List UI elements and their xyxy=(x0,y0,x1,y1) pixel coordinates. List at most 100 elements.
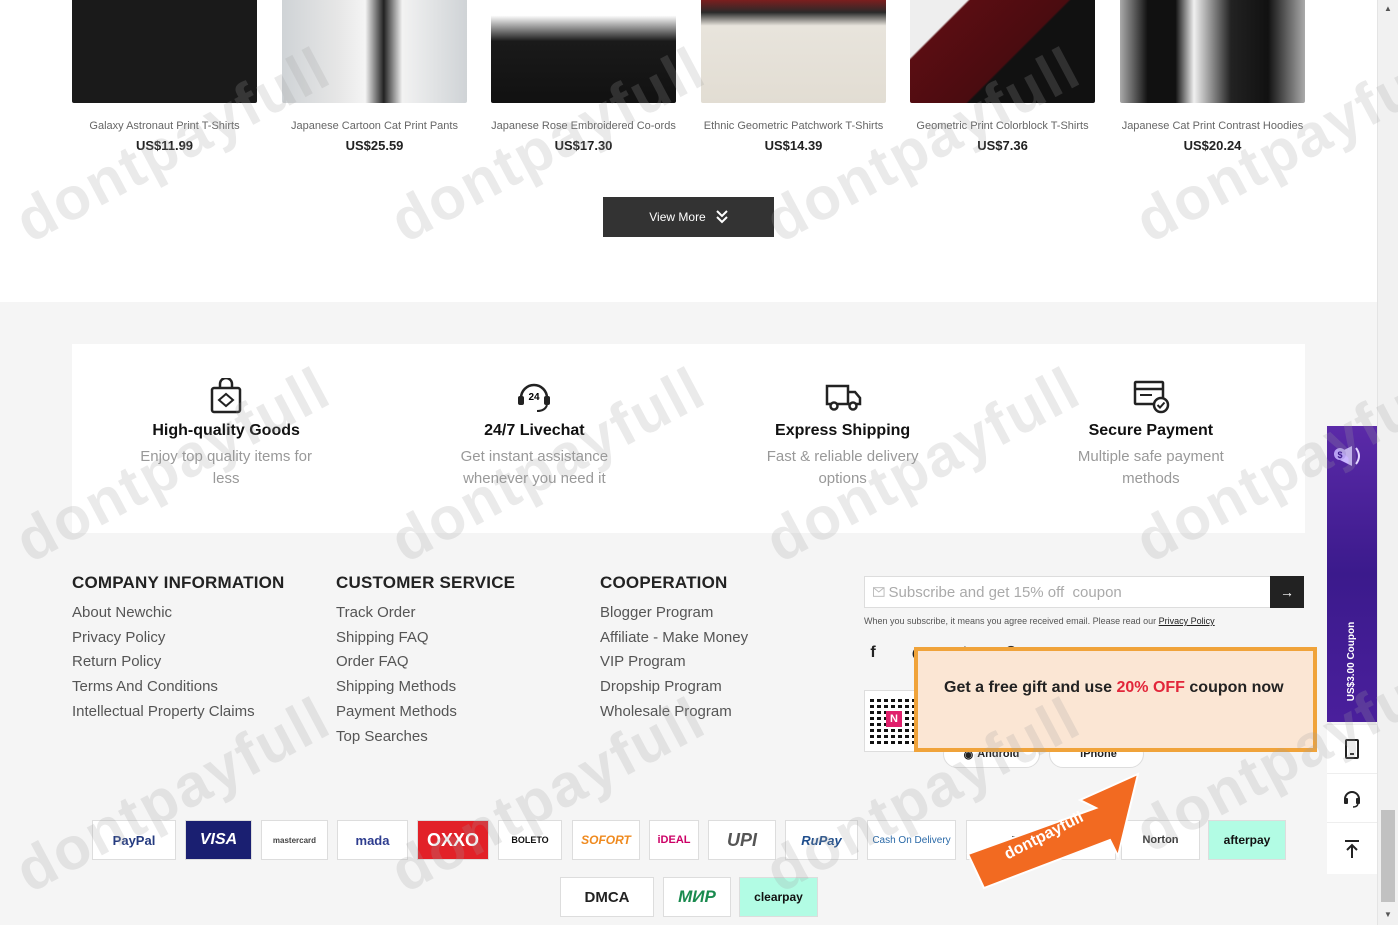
view-more-button[interactable]: View More xyxy=(603,197,774,237)
feature-title: Express Shipping xyxy=(775,422,911,439)
promo-popup[interactable]: Get a free gift and use 20% OFF coupon n… xyxy=(914,647,1317,752)
footer-link-shipping-methods[interactable]: Shipping Methods xyxy=(336,675,515,700)
footer-link-about[interactable]: About Newchic xyxy=(72,601,285,626)
payment-oxxo: OXXO xyxy=(417,820,489,860)
qr-pattern: N xyxy=(870,696,918,744)
scrollbar-thumb[interactable] xyxy=(1381,810,1395,902)
mobile-app-button[interactable] xyxy=(1327,724,1377,773)
product-price: US$17.30 xyxy=(554,138,613,153)
product-image[interactable] xyxy=(72,0,257,103)
footer-cooperation: COOPERATION Blogger Program Affiliate - … xyxy=(600,573,748,725)
footer-link-terms[interactable]: Terms And Conditions xyxy=(72,675,285,700)
back-to-top-button[interactable] xyxy=(1327,822,1377,874)
footer-link-ip[interactable]: Intellectual Property Claims xyxy=(72,700,285,725)
subscribe-note: When you subscribe, it means you agree r… xyxy=(864,616,1215,626)
newchic-logo-icon: N xyxy=(886,711,902,727)
coupon-sidebar[interactable]: $ US$3.00 Coupon xyxy=(1327,426,1377,722)
payment-mada: mada xyxy=(337,820,408,860)
product-card[interactable]: Japanese Cat Print Contrast Hoodies US$2… xyxy=(1120,0,1305,153)
feature-livechat: 24 24/7 Livechat Get instant assistance … xyxy=(380,344,688,533)
feature-payment: Secure Payment Multiple safe payment met… xyxy=(997,344,1305,533)
facebook-icon[interactable]: f xyxy=(864,644,882,662)
product-image[interactable] xyxy=(910,0,1095,103)
footer-link-track[interactable]: Track Order xyxy=(336,601,515,626)
product-image[interactable] xyxy=(282,0,467,103)
payment-afterpay: afterpay xyxy=(1208,820,1286,860)
product-price: US$14.39 xyxy=(764,138,823,153)
view-more-label: View More xyxy=(649,210,706,224)
payment-paypal: PayPal xyxy=(92,820,176,860)
payment-dmca: DMCA xyxy=(560,877,654,917)
double-chevron-down-icon xyxy=(716,210,728,224)
footer-link-shipping-faq[interactable]: Shipping FAQ xyxy=(336,626,515,651)
product-price: US$7.36 xyxy=(977,138,1028,153)
feature-shipping: Express Shipping Fast & reliable deliver… xyxy=(689,344,997,533)
payment-boleto: BOLETO xyxy=(498,820,562,860)
scroll-down-icon[interactable]: ▼ xyxy=(1378,906,1398,922)
product-name[interactable]: Japanese Cartoon Cat Print Pants xyxy=(282,120,467,132)
promo-arrow-icon: dontpayfull xyxy=(966,772,1140,890)
feature-desc: Get instant assistance whenever you need… xyxy=(460,448,609,487)
footer-link-payment-methods[interactable]: Payment Methods xyxy=(336,700,515,725)
product-card[interactable]: Galaxy Astronaut Print T-Shirts US$11.99 xyxy=(72,0,257,153)
headset-icon xyxy=(1344,791,1360,808)
product-price: US$11.99 xyxy=(135,138,194,153)
footer-heading: COOPERATION xyxy=(600,573,728,592)
payment-ideal: iDEAL xyxy=(649,820,699,860)
page-scrollbar[interactable]: ▲ ▼ xyxy=(1377,0,1398,925)
footer-service: CUSTOMER SERVICE Track Order Shipping FA… xyxy=(336,573,515,749)
footer-link-order-faq[interactable]: Order FAQ xyxy=(336,650,515,675)
footer-link-vip[interactable]: VIP Program xyxy=(600,650,748,675)
scroll-up-icon[interactable]: ▲ xyxy=(1378,0,1398,16)
product-name[interactable]: Galaxy Astronaut Print T-Shirts xyxy=(72,120,257,132)
promo-highlight: 20% OFF xyxy=(1116,679,1185,696)
feature-desc: Enjoy top quality items for less xyxy=(140,448,312,487)
subscribe-email-input[interactable] xyxy=(888,583,1270,601)
secure-card-icon xyxy=(1133,380,1170,414)
feature-quality: High-quality Goods Enjoy top quality ite… xyxy=(72,344,380,533)
footer-heading: COMPANY INFORMATION xyxy=(72,573,285,592)
subscribe-form: → xyxy=(864,576,1304,608)
subscribe-submit-button[interactable]: → xyxy=(1270,576,1304,608)
product-card[interactable]: Japanese Rose Embroidered Co-ords US$17.… xyxy=(491,0,676,153)
privacy-policy-link[interactable]: Privacy Policy xyxy=(1159,616,1215,626)
footer-link-privacy[interactable]: Privacy Policy xyxy=(72,626,285,651)
svg-text:$: $ xyxy=(1337,450,1342,460)
footer-link-wholesale[interactable]: Wholesale Program xyxy=(600,700,748,725)
product-card[interactable]: Ethnic Geometric Patchwork T-Shirts US$1… xyxy=(701,0,886,153)
product-name[interactable]: Ethnic Geometric Patchwork T-Shirts xyxy=(701,120,886,132)
mail-icon xyxy=(873,587,885,597)
footer-link-dropship[interactable]: Dropship Program xyxy=(600,675,748,700)
product-image[interactable] xyxy=(491,0,676,103)
coupon-label-wrap: US$3.00 Coupon xyxy=(1331,606,1373,716)
footer-link-affiliate[interactable]: Affiliate - Make Money xyxy=(600,626,748,651)
product-card[interactable]: Japanese Cartoon Cat Print Pants US$25.5… xyxy=(282,0,467,153)
subscribe-field[interactable] xyxy=(864,576,1270,608)
feature-title: Secure Payment xyxy=(1088,422,1214,439)
payment-clearpay: clearpay xyxy=(739,877,818,917)
product-strip: Galaxy Astronaut Print T-Shirts US$11.99… xyxy=(0,0,1377,302)
livechat-24-icon: 24 xyxy=(518,383,551,412)
product-name[interactable]: Japanese Rose Embroidered Co-ords xyxy=(491,120,676,132)
footer-link-blogger[interactable]: Blogger Program xyxy=(600,601,748,626)
product-image[interactable] xyxy=(1120,0,1305,103)
feature-desc: Fast & reliable delivery options xyxy=(766,448,919,487)
svg-text:24: 24 xyxy=(529,392,541,403)
product-name[interactable]: Japanese Cat Print Contrast Hoodies xyxy=(1120,120,1305,132)
product-card[interactable]: Geometric Print Colorblock T-Shirts US$7… xyxy=(910,0,1095,153)
product-image[interactable] xyxy=(701,0,886,103)
product-name[interactable]: Geometric Print Colorblock T-Shirts xyxy=(910,120,1095,132)
support-button[interactable] xyxy=(1327,773,1377,822)
mobile-phone-icon xyxy=(1345,739,1359,759)
footer-link-return[interactable]: Return Policy xyxy=(72,650,285,675)
payment-cod: Cash On Delivery xyxy=(867,820,956,860)
footer-heading: CUSTOMER SERVICE xyxy=(336,573,516,592)
footer-company: COMPANY INFORMATION About Newchic Privac… xyxy=(72,573,285,725)
feature-title: High-quality Goods xyxy=(152,422,300,439)
promo-text-pre: Get a free gift and use xyxy=(944,679,1117,696)
promo-text-post: coupon now xyxy=(1184,679,1284,696)
payment-sofort: SOFORT xyxy=(572,820,640,860)
footer-link-top-searches[interactable]: Top Searches xyxy=(336,725,515,750)
payment-mastercard: mastercard xyxy=(261,820,328,860)
quality-bag-icon xyxy=(210,378,242,414)
